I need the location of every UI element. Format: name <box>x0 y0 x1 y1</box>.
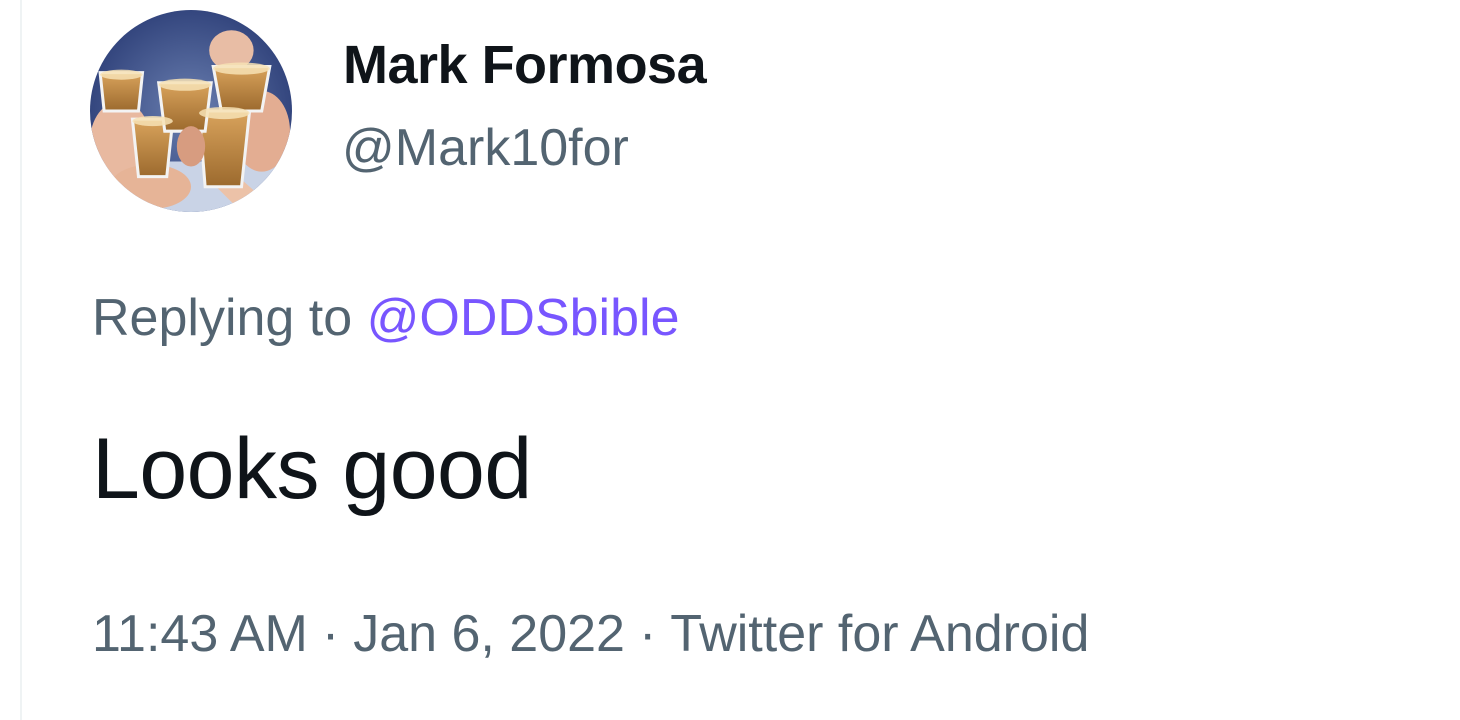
replying-to-line: Replying to @ODDSbible <box>92 288 680 348</box>
reply-mention-link[interactable]: @ODDSbible <box>367 289 680 347</box>
meta-separator: · <box>638 605 657 663</box>
avatar-photo-icon <box>90 10 292 212</box>
tweet-source-link[interactable]: Twitter for Android <box>670 605 1089 663</box>
replying-to-label: Replying to <box>92 289 353 347</box>
tweet-text: Looks good <box>92 421 532 517</box>
tweet-metadata: 11:43 AM · Jan 6, 2022 · Twitter for Android <box>92 604 1089 664</box>
tweet-date-link[interactable]: Jan 6, 2022 <box>353 605 625 663</box>
author-display-name[interactable]: Mark Formosa <box>343 34 707 96</box>
meta-separator: · <box>321 605 340 663</box>
tweet-time-link[interactable]: 11:43 AM <box>92 605 308 663</box>
tweet-detail: Mark Formosa @Mark10for Replying to @ODD… <box>0 0 1460 720</box>
timeline-divider <box>20 0 22 720</box>
author-handle[interactable]: @Mark10for <box>342 118 629 178</box>
author-avatar[interactable] <box>90 10 292 212</box>
